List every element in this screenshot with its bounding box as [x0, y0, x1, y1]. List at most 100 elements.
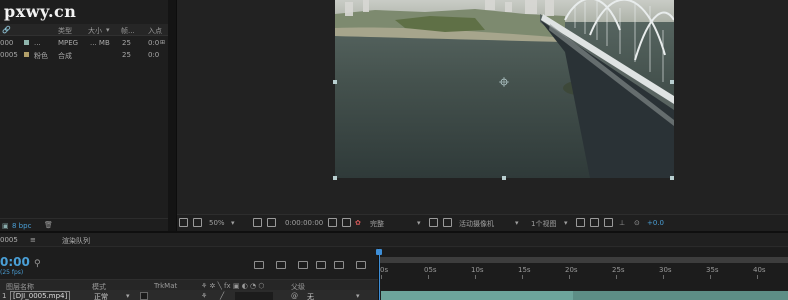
grid-guides-icon[interactable]: [253, 218, 262, 227]
ruler-tick: [710, 275, 711, 279]
ruler-label: 0s: [380, 266, 389, 274]
item-size: ... MB: [90, 39, 110, 47]
playhead-handle[interactable]: [376, 249, 382, 255]
views-chevron-icon[interactable]: ▾: [564, 219, 568, 227]
parent-pickwhip-icon[interactable]: @: [291, 292, 298, 300]
motion-blur-icon[interactable]: [334, 261, 344, 269]
ruler-label: 05s: [424, 266, 437, 274]
flowchart-icon[interactable]: ⊥: [619, 219, 625, 227]
interpret-footage-icon[interactable]: ▣: [2, 222, 9, 230]
label-swatch: [24, 40, 29, 45]
transform-handle[interactable]: [670, 80, 674, 84]
shy-switch-icon[interactable]: ⚘: [201, 292, 207, 300]
composition-flow-icon: ⊞: [160, 39, 166, 46]
layer-mode-dropdown[interactable]: 正常: [94, 292, 108, 300]
layer-column-header: 图层名称 模式 TrkMat ⚘ ✲ ╲ fx ▣ ◐ ◔ ⬡ 父级: [0, 279, 378, 291]
layer-duration-bar-highlight[interactable]: [381, 291, 573, 300]
transform-handle[interactable]: [670, 176, 674, 180]
timeline-tabs: 0005 ≡ 渲染队列: [0, 233, 788, 247]
timeline-fps: (25 fps): [0, 269, 24, 276]
item-fps: 25: [122, 39, 131, 47]
item-label: ...: [34, 39, 41, 47]
project-column-header: 🔗 类型 大小 ▾ 帧... 入点: [0, 24, 168, 36]
timeline-timecode[interactable]: 0:00: [0, 255, 30, 269]
transform-handle[interactable]: [502, 176, 506, 180]
switch-boxes[interactable]: [235, 292, 273, 300]
transparency-grid-icon[interactable]: [443, 218, 452, 227]
item-type: 合成: [58, 52, 72, 60]
composition-viewer: 50% ▾ 0:00:00:00 ✿ 完整 ▾ 活动摄像机 ▾ 1个视图 ▾ ⊥…: [176, 0, 788, 231]
zoom-chevron-icon[interactable]: ▾: [231, 219, 235, 227]
ruler-label: 35s: [706, 266, 719, 274]
always-preview-icon[interactable]: [179, 218, 188, 227]
timeline-icon[interactable]: [604, 218, 613, 227]
views-dropdown[interactable]: 1个视图: [531, 219, 556, 229]
fast-previews-icon[interactable]: [590, 218, 599, 227]
sort-arrow-icon: ▾: [106, 26, 110, 34]
mode-chevron-icon[interactable]: ▾: [126, 292, 130, 300]
bpc-toggle[interactable]: 8 bpc: [12, 222, 31, 230]
transform-handle[interactable]: [333, 176, 337, 180]
reset-exposure-icon[interactable]: ⊙: [634, 219, 640, 227]
item-label: 粉色: [34, 52, 48, 60]
col-trkmat[interactable]: TrkMat: [154, 282, 177, 290]
quality-switch-icon[interactable]: ╱: [220, 292, 224, 300]
header-in-point[interactable]: 入点: [148, 26, 162, 36]
ruler-tick: [616, 275, 617, 279]
header-size[interactable]: 大小: [88, 26, 102, 36]
project-footer: ▣ 8 bpc 🗑: [0, 218, 168, 231]
resolution-dropdown[interactable]: 完整: [370, 219, 384, 229]
shy-layers-icon[interactable]: [298, 261, 308, 269]
item-fps: 25: [122, 51, 131, 59]
item-in: 0:0: [148, 51, 160, 59]
panel-divider[interactable]: [168, 0, 176, 231]
work-area-bar[interactable]: [380, 257, 788, 263]
viewer-toolbar: 50% ▾ 0:00:00:00 ✿ 完整 ▾ 活动摄像机 ▾ 1个视图 ▾ ⊥…: [177, 214, 788, 231]
switches-icon: ⚘ ✲ ╲ fx ▣ ◐ ◔ ⬡: [201, 282, 265, 290]
camera-chevron-icon[interactable]: ▾: [515, 219, 519, 227]
exposure-value[interactable]: +0.0: [647, 219, 664, 227]
layer-name[interactable]: [DJI_0005.mp4]: [10, 291, 71, 300]
transform-handle[interactable]: [333, 80, 337, 84]
snapshot-camera-icon[interactable]: [328, 218, 337, 227]
ruler-tick: [663, 275, 664, 279]
header-type[interactable]: 类型: [58, 26, 72, 36]
trash-icon[interactable]: 🗑: [44, 221, 53, 229]
layer-row[interactable]: 1 [DJI_0005.mp4] 正常 ▾ ⚘ ╱ @ 无 ▾: [0, 290, 378, 300]
ruler-tick: [522, 275, 523, 279]
parent-chevron-icon[interactable]: ▾: [356, 292, 360, 300]
header-fps[interactable]: 帧...: [121, 26, 135, 36]
project-item[interactable]: 000 ... MPEG ... MB 25 0:0 ⊞: [0, 37, 168, 48]
graph-editor-icon[interactable]: [356, 261, 366, 269]
tab-composition[interactable]: 0005: [0, 236, 18, 244]
tab-menu-icon[interactable]: ≡: [30, 236, 36, 244]
channel-rgb-icon[interactable]: ✿: [355, 219, 361, 227]
time-ruler[interactable]: [378, 248, 788, 290]
comp-mini-flowchart-icon[interactable]: [254, 261, 264, 269]
trkmat-box[interactable]: [140, 292, 148, 300]
region-of-interest-icon[interactable]: [429, 218, 438, 227]
project-panel: pxwy.cn 🔗 类型 大小 ▾ 帧... 入点 000 ... MPEG .…: [0, 0, 168, 231]
project-item[interactable]: 0005 粉色 合成 25 0:0: [0, 49, 168, 60]
parent-dropdown[interactable]: 无: [307, 292, 314, 300]
composition-frame[interactable]: [335, 0, 674, 178]
watermark-logo: pxwy.cn: [4, 2, 77, 21]
label-swatch: [24, 52, 29, 57]
mask-visibility-icon[interactable]: [267, 218, 276, 227]
search-icon[interactable]: ⚲: [34, 259, 41, 269]
zoom-dropdown[interactable]: 50%: [209, 219, 225, 227]
frame-blending-icon[interactable]: [316, 261, 326, 269]
camera-dropdown[interactable]: 活动摄像机: [459, 219, 494, 229]
layer-number: 1: [2, 292, 7, 300]
item-type: MPEG: [58, 39, 79, 47]
monitor-icon[interactable]: [193, 218, 202, 227]
current-time-indicator[interactable]: [379, 251, 380, 300]
show-snapshot-icon[interactable]: [342, 218, 351, 227]
resolution-chevron-icon[interactable]: ▾: [417, 219, 421, 227]
toggle-pixel-aspect-icon[interactable]: [576, 218, 585, 227]
draft-3d-icon[interactable]: [276, 261, 286, 269]
item-name: 000: [0, 39, 14, 47]
ruler-tick: [569, 275, 570, 279]
current-time[interactable]: 0:00:00:00: [285, 219, 323, 227]
tab-render-queue[interactable]: 渲染队列: [62, 236, 90, 246]
